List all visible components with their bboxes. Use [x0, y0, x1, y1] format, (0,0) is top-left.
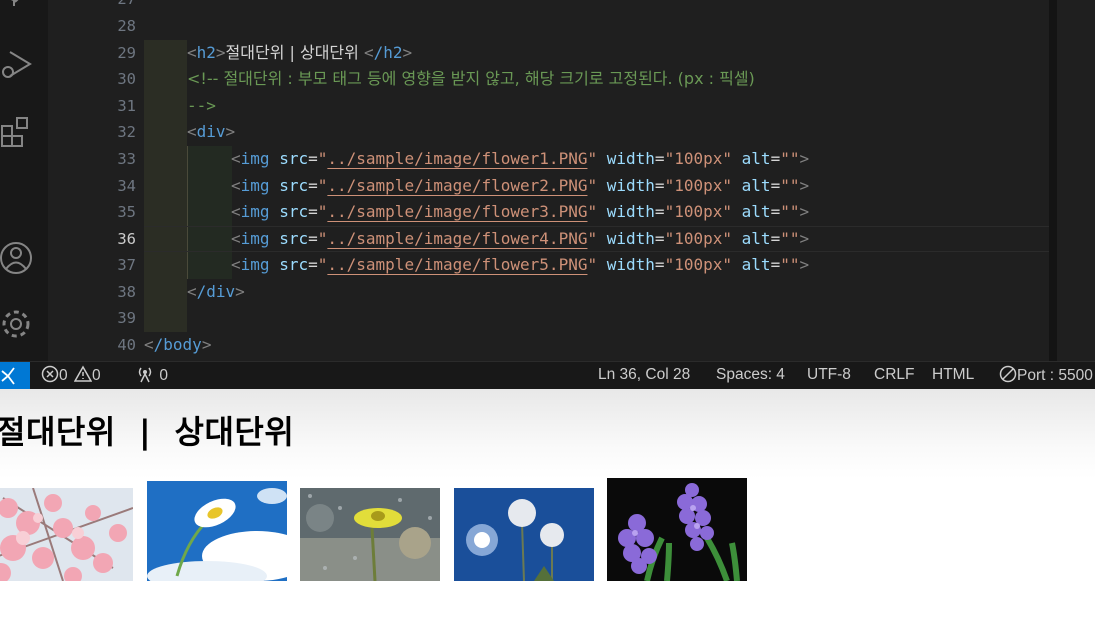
- warning-count: 0: [91, 367, 101, 384]
- code-line: <h2>절대단위 | 상대단위 </h2>: [187, 43, 413, 62]
- flower-image-5: [607, 478, 747, 581]
- line-number: 37: [117, 256, 136, 274]
- code-comment: <!-- 절대단위 : 부모 태그 등에 영향을 받지 않고, 해당 크기로 고…: [187, 69, 755, 88]
- line-number: 32: [117, 123, 136, 141]
- line-number: 40: [117, 336, 136, 354]
- problems-button[interactable]: 0 0: [41, 365, 101, 388]
- encoding-setting[interactable]: UTF-8: [807, 366, 851, 384]
- src-link[interactable]: ../sample/image/flower4.PNG: [327, 229, 587, 248]
- language-mode[interactable]: HTML: [932, 366, 974, 384]
- line-number: 33: [117, 150, 136, 168]
- line-number: 28: [117, 17, 136, 35]
- source-control-icon[interactable]: [0, 0, 34, 22]
- account-icon[interactable]: [0, 240, 34, 276]
- src-link[interactable]: ../sample/image/flower2.PNG: [327, 176, 587, 195]
- src-link[interactable]: ../sample/image/flower1.PNG: [327, 149, 587, 168]
- status-bar: 0 0 0 Ln 36, Col 28 Spaces: 4 UTF-8 CRLF…: [0, 361, 1095, 389]
- broadcast-icon: [135, 365, 155, 388]
- live-server-port[interactable]: Port : 5500: [999, 365, 1093, 388]
- vertical-scrollbar[interactable]: [1049, 0, 1057, 361]
- line-number: 27: [76, 0, 136, 13]
- flower-image-2: [147, 481, 287, 581]
- code-line: </div>: [187, 282, 245, 301]
- ports-button[interactable]: 0: [135, 365, 168, 388]
- code-line-img: <img src="../sample/image/flower3.PNG" w…: [231, 202, 810, 221]
- settings-gear-icon[interactable]: [0, 306, 34, 342]
- extensions-icon[interactable]: [0, 114, 34, 150]
- line-number: 31: [117, 97, 136, 115]
- line-number: 34: [117, 177, 136, 195]
- port-label: Port : 5500: [1017, 367, 1093, 384]
- error-icon: [41, 365, 59, 388]
- code-line-img-active: <img src="../sample/image/flower4.PNG" w…: [231, 229, 810, 248]
- line-number: 35: [117, 203, 136, 221]
- code-line-img: <img src="../sample/image/flower5.PNG" w…: [231, 255, 810, 274]
- code-area[interactable]: <h2>절대단위 | 상대단위 </h2> <!-- 절대단위 : 부모 태그 …: [144, 0, 1049, 361]
- browser-preview: 절대단위 | 상대단위: [0, 389, 1095, 617]
- indent-guide-highlight: [187, 146, 232, 279]
- code-line-img: <img src="../sample/image/flower2.PNG" w…: [231, 176, 810, 195]
- src-link[interactable]: ../sample/image/flower3.PNG: [327, 202, 587, 221]
- line-number: 29: [117, 44, 136, 62]
- src-link[interactable]: ../sample/image/flower5.PNG: [327, 255, 587, 274]
- line-number: 30: [117, 70, 136, 88]
- code-editor[interactable]: 27 28 29 30 31 32 33 34 35 36 37 38 39 4…: [0, 0, 1095, 361]
- flower-image-3: [300, 488, 440, 581]
- eol-setting[interactable]: CRLF: [874, 366, 914, 384]
- flower-image-1: [0, 488, 133, 581]
- run-debug-icon[interactable]: [0, 46, 34, 82]
- no-entry-icon: [999, 365, 1017, 388]
- line-number: 38: [117, 283, 136, 301]
- code-line: </body>: [144, 335, 212, 354]
- page-heading: 절대단위 | 상대단위: [0, 413, 295, 451]
- flower-image-4: [454, 488, 594, 581]
- indentation-setting[interactable]: Spaces: 4: [716, 366, 785, 384]
- ports-count: 0: [159, 367, 168, 384]
- warning-icon: [73, 365, 93, 388]
- remote-button[interactable]: [0, 362, 30, 389]
- line-number-active: 36: [117, 230, 136, 248]
- code-line: <div>: [187, 122, 236, 141]
- error-count: 0: [59, 367, 68, 384]
- line-number: 39: [117, 309, 136, 327]
- indent-guide-highlight: [144, 40, 187, 332]
- code-line-img: <img src="../sample/image/flower1.PNG" w…: [231, 149, 810, 168]
- activity-bar: [0, 0, 48, 361]
- cursor-position[interactable]: Ln 36, Col 28: [598, 366, 690, 384]
- line-number-gutter: 27 28 29 30 31 32 33 34 35 36 37 38 39 4…: [48, 0, 144, 361]
- code-comment: -->: [187, 96, 216, 115]
